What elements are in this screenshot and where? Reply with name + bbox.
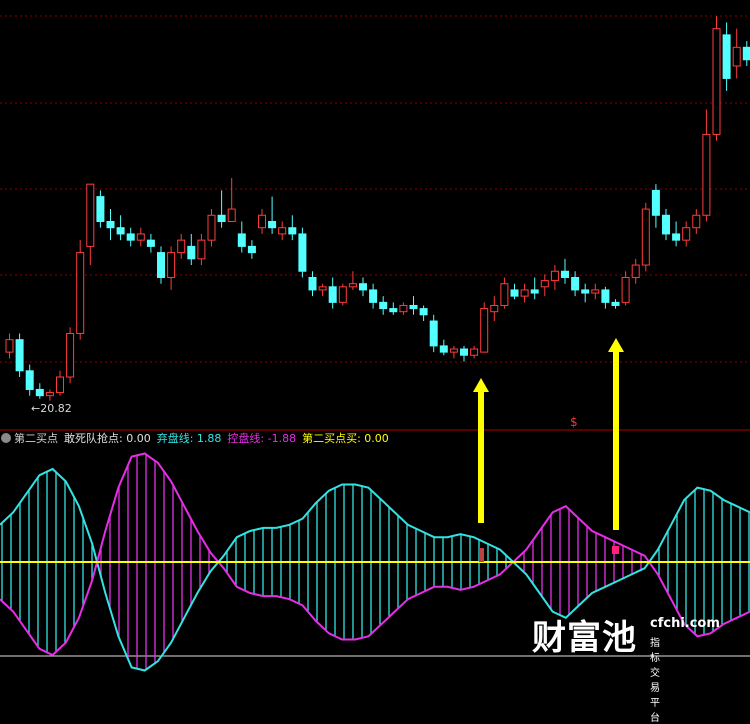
candle-body [217, 214, 226, 222]
candle-body [207, 214, 216, 241]
signal-marker: $ [570, 415, 578, 429]
indicator-name: 第二买点 [14, 432, 58, 445]
candle-body [692, 214, 701, 229]
watermark-brand: 财富池 [532, 618, 637, 658]
candle-body [389, 308, 398, 313]
candle-body [348, 283, 357, 288]
candle-body [641, 208, 650, 266]
candle-body [45, 392, 54, 397]
candle-body [540, 280, 549, 288]
candle-body [662, 214, 670, 235]
candle-body [429, 320, 438, 347]
candle-body [86, 183, 95, 247]
candle-body [490, 304, 499, 313]
buy-arrow [608, 338, 624, 530]
candle-body [136, 233, 145, 241]
candle-body [146, 239, 155, 247]
watermark-site: cfchi.com [650, 616, 720, 631]
candle-body [66, 332, 75, 378]
buy-arrow [473, 378, 489, 523]
candle-body [227, 208, 236, 222]
legend-buy: 第二买点买: 0.00 [302, 432, 389, 445]
candle-body [56, 376, 64, 394]
candle-body [722, 34, 731, 79]
candle-body [379, 301, 388, 310]
series-qipanxian [0, 467, 750, 672]
candle-body [288, 227, 297, 235]
candle-body [409, 304, 418, 310]
candle-body [15, 339, 24, 372]
candle-body [571, 276, 580, 291]
candle-body [126, 233, 135, 241]
legend-dsd: 敢死队抢点: 0.00 [64, 432, 151, 445]
candle-body [35, 388, 44, 397]
candle-body [399, 304, 408, 313]
candle-body [419, 308, 428, 316]
candle-body [76, 252, 85, 334]
series-kongpanxian [0, 452, 750, 657]
candle-body [480, 308, 489, 353]
candle-body [561, 270, 569, 278]
candle-body [520, 289, 529, 297]
indicator-settings-icon[interactable] [1, 433, 11, 443]
candle-body [187, 245, 196, 260]
signal-mark [479, 548, 484, 562]
candle-body [237, 233, 246, 247]
candle-body [298, 233, 307, 272]
candle-body [672, 233, 681, 241]
candle-body [25, 370, 34, 390]
candle-body [601, 289, 610, 303]
candle-body [116, 227, 125, 235]
candle-body [369, 289, 378, 303]
candle-body [5, 339, 14, 353]
chart-canvas [0, 15, 750, 672]
candle-body [611, 301, 620, 306]
candle-body [167, 252, 176, 278]
candle-body [318, 286, 327, 291]
candle-body [449, 348, 458, 353]
candle-body [581, 289, 590, 294]
legend-kpx: 控盘线: -1.88 [227, 432, 297, 445]
candle-body [631, 264, 640, 278]
candle-body [510, 289, 519, 297]
signal-mark [612, 546, 619, 554]
candle-body [621, 276, 630, 303]
candle-body [197, 239, 206, 260]
candle-body [470, 348, 479, 356]
low-price-marker: ←20.82 [31, 402, 72, 415]
indicator-legend: 第二买点 敢死队抢点: 0.00 弃盘线: 1.88 控盘线: -1.88 第二… [0, 430, 395, 446]
candle-body [530, 289, 539, 294]
candle-body [177, 239, 186, 254]
candle-body [742, 46, 750, 61]
candle-body [651, 189, 660, 216]
candle-body [278, 227, 287, 235]
candle-body [338, 286, 347, 303]
candle-body [328, 286, 337, 303]
legend-qpx: 弃盘线: 1.88 [156, 432, 222, 445]
candle-body [157, 252, 165, 278]
candle-body [682, 227, 691, 241]
candle-body [308, 276, 317, 291]
candle-body [258, 214, 266, 229]
candle-body [712, 28, 721, 135]
candle-body [702, 133, 711, 216]
candle-body [732, 46, 741, 67]
watermark: 财富池 cfchi.com 指标交易平台 [532, 610, 720, 724]
candle-body [460, 348, 468, 356]
candle-body [591, 289, 600, 294]
candle-body [96, 196, 105, 222]
candle-body [247, 245, 256, 254]
candle-body [500, 283, 509, 306]
candle-body [550, 270, 559, 282]
candle-body [439, 345, 448, 353]
candle-body [106, 220, 115, 229]
candle-body [268, 220, 277, 229]
watermark-tagline: 指标交易平台 [650, 638, 660, 724]
candle-body [359, 283, 367, 291]
